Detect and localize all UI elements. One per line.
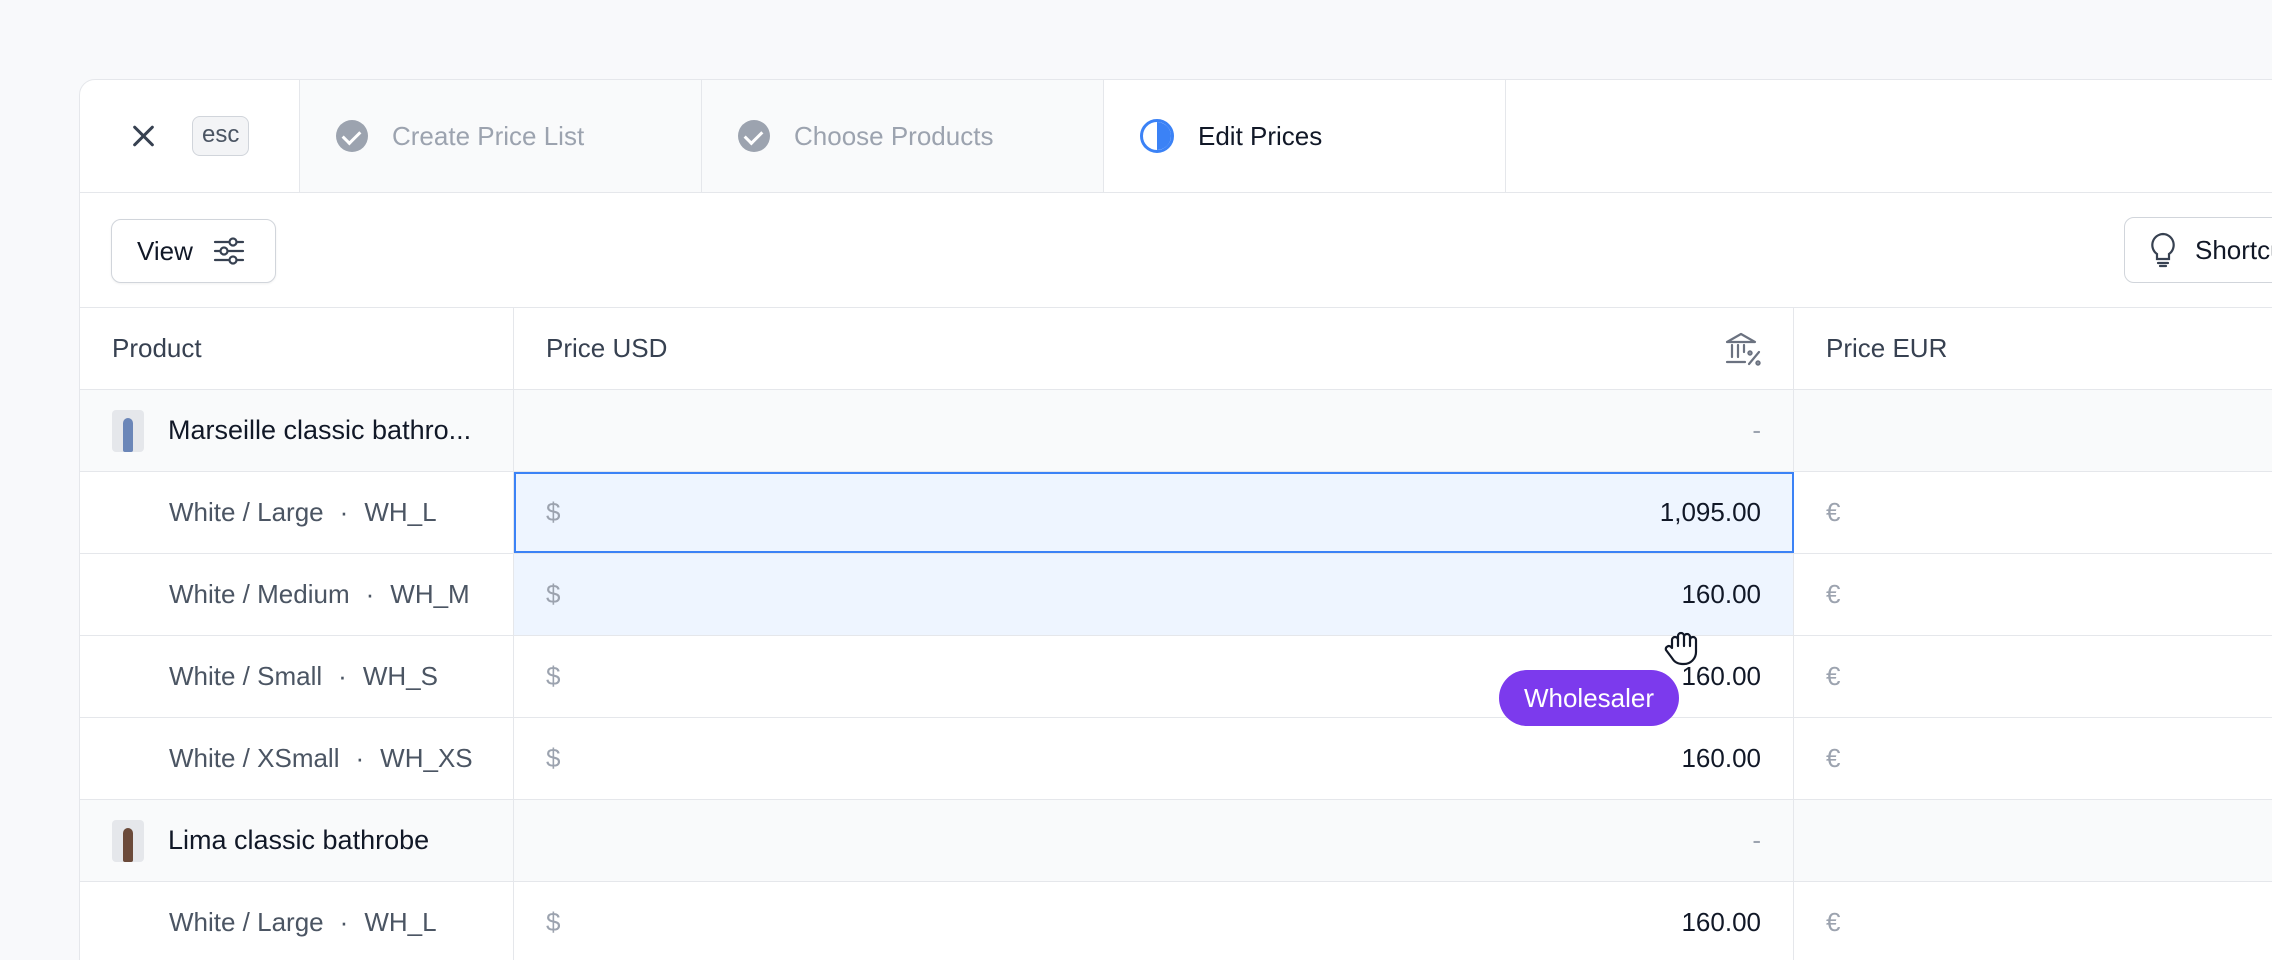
currency-symbol: $	[546, 743, 561, 773]
product-row: Lima classic bathrobe -	[80, 800, 2272, 882]
price-usd-input[interactable]: $ 1,095.00	[514, 472, 1794, 553]
view-button[interactable]: View	[111, 219, 276, 283]
product-cell: Lima classic bathrobe	[80, 800, 514, 881]
product-name: Marseille classic bathro...	[168, 415, 472, 445]
price-usd-input[interactable]: $ 160.00	[514, 882, 1794, 960]
price-eur-input[interactable]: €	[1794, 636, 2272, 717]
price-usd-input[interactable]: $ 160.00	[514, 554, 1794, 635]
empty-value: -	[1752, 825, 1761, 855]
empty-value: -	[1752, 415, 1761, 445]
close-area: esc	[80, 80, 300, 192]
currency-symbol: €	[1826, 579, 1841, 609]
separator-dot: ·	[365, 579, 375, 609]
currency-symbol: €	[1826, 907, 1841, 937]
variant-cell: White / Small · WH_S	[80, 636, 514, 717]
sliders-icon	[213, 237, 244, 265]
step-create-price-list[interactable]: Create Price List	[300, 80, 702, 192]
tax-bank-icon[interactable]	[1725, 332, 1761, 366]
column-header-label: Price USD	[546, 333, 668, 363]
esc-key-hint: esc	[192, 116, 250, 156]
separator-dot: ·	[338, 661, 347, 691]
variant-row: White / XSmall · WH_XS $ 160.00 €	[80, 718, 2272, 800]
separator-dot: ·	[339, 907, 349, 937]
price-list-editor: esc Create Price List Choose Products Ed…	[79, 79, 2272, 960]
variant-sku: WH_XS	[380, 743, 473, 773]
price-grid: Product Price USD Price EUR Marseille cl…	[80, 308, 2272, 960]
column-header-price-usd: Price USD	[514, 308, 1794, 389]
price-usd-cell: -	[514, 390, 1794, 471]
variant-row: White / Large · WH_L $ 1,095.00 €	[80, 472, 2272, 554]
variant-title: White / Large	[169, 497, 324, 527]
price-value: 1,095.00	[1659, 497, 1761, 527]
variant-sku: WH_L	[364, 907, 437, 937]
check-circle-icon	[738, 120, 770, 152]
variant-cell: White / XSmall · WH_XS	[80, 718, 514, 799]
variant-sku: WH_L	[364, 497, 437, 527]
currency-symbol: €	[1826, 497, 1841, 527]
price-eur-input[interactable]: €	[1794, 882, 2272, 960]
price-usd-cell: -	[514, 800, 1794, 881]
variant-title: White / Small	[169, 661, 323, 691]
currency-symbol: €	[1826, 661, 1841, 691]
variant-cell: White / Medium · WH_M	[80, 554, 514, 635]
step-label: Choose Products	[794, 120, 994, 151]
variant-row: White / Large · WH_L $ 160.00 €	[80, 882, 2272, 960]
currency-symbol: $	[546, 579, 561, 609]
variant-cell: White / Large · WH_L	[80, 472, 514, 553]
step-edit-prices[interactable]: Edit Prices	[1104, 80, 1506, 192]
separator-dot: ·	[339, 497, 349, 527]
shortcuts-button[interactable]: Shortcuts	[2124, 217, 2272, 283]
step-choose-products[interactable]: Choose Products	[702, 80, 1104, 192]
column-header-price-eur: Price EUR	[1826, 333, 1948, 363]
variant-sku: WH_S	[362, 661, 438, 691]
price-eur-input[interactable]: €	[1794, 554, 2272, 635]
grab-hand-cursor-icon	[1664, 631, 1698, 666]
variant-row: White / Medium · WH_M $ 160.00 €	[80, 554, 2272, 636]
table-header: Product Price USD Price EUR	[80, 308, 2272, 390]
column-header-product: Product	[80, 308, 514, 389]
price-value: 160.00	[1681, 743, 1761, 773]
variant-title: White / XSmall	[169, 743, 340, 773]
check-circle-icon	[336, 120, 368, 152]
variant-sku: WH_M	[390, 579, 470, 609]
price-eur-input[interactable]: €	[1794, 472, 2272, 553]
product-row: Marseille classic bathro... -	[80, 390, 2272, 472]
currency-symbol: $	[546, 661, 561, 691]
price-eur-input[interactable]: €	[1794, 718, 2272, 799]
step-label: Edit Prices	[1198, 120, 1323, 151]
variant-title: White / Large	[169, 907, 324, 937]
variant-cell: White / Large · WH_L	[80, 882, 514, 960]
close-icon[interactable]	[128, 121, 158, 151]
product-cell: Marseille classic bathro...	[80, 390, 514, 471]
price-value: 160.00	[1681, 579, 1761, 609]
stepper: esc Create Price List Choose Products Ed…	[80, 80, 2272, 193]
separator-dot: ·	[355, 743, 365, 773]
currency-symbol: $	[546, 497, 561, 527]
product-name: Lima classic bathrobe	[168, 825, 430, 855]
price-value: 160.00	[1681, 907, 1761, 937]
product-thumbnail	[112, 819, 144, 862]
price-usd-input[interactable]: $ 160.00	[514, 718, 1794, 799]
collaborator-tooltip: Wholesaler	[1499, 670, 1679, 726]
toolbar: View Shortcuts	[80, 193, 2272, 308]
in-progress-icon	[1140, 119, 1174, 153]
product-thumbnail	[112, 409, 144, 452]
currency-symbol: €	[1826, 743, 1841, 773]
lightbulb-icon	[2151, 232, 2175, 268]
price-eur-cell	[1794, 800, 2272, 881]
shortcuts-button-label: Shortcuts	[2195, 234, 2272, 265]
price-eur-cell	[1794, 390, 2272, 471]
variant-row: White / Small · WH_S $ 160.00 €	[80, 636, 2272, 718]
step-label: Create Price List	[392, 120, 585, 151]
variant-title: White / Medium	[169, 579, 350, 609]
view-button-label: View	[137, 235, 193, 266]
currency-symbol: $	[546, 907, 561, 937]
